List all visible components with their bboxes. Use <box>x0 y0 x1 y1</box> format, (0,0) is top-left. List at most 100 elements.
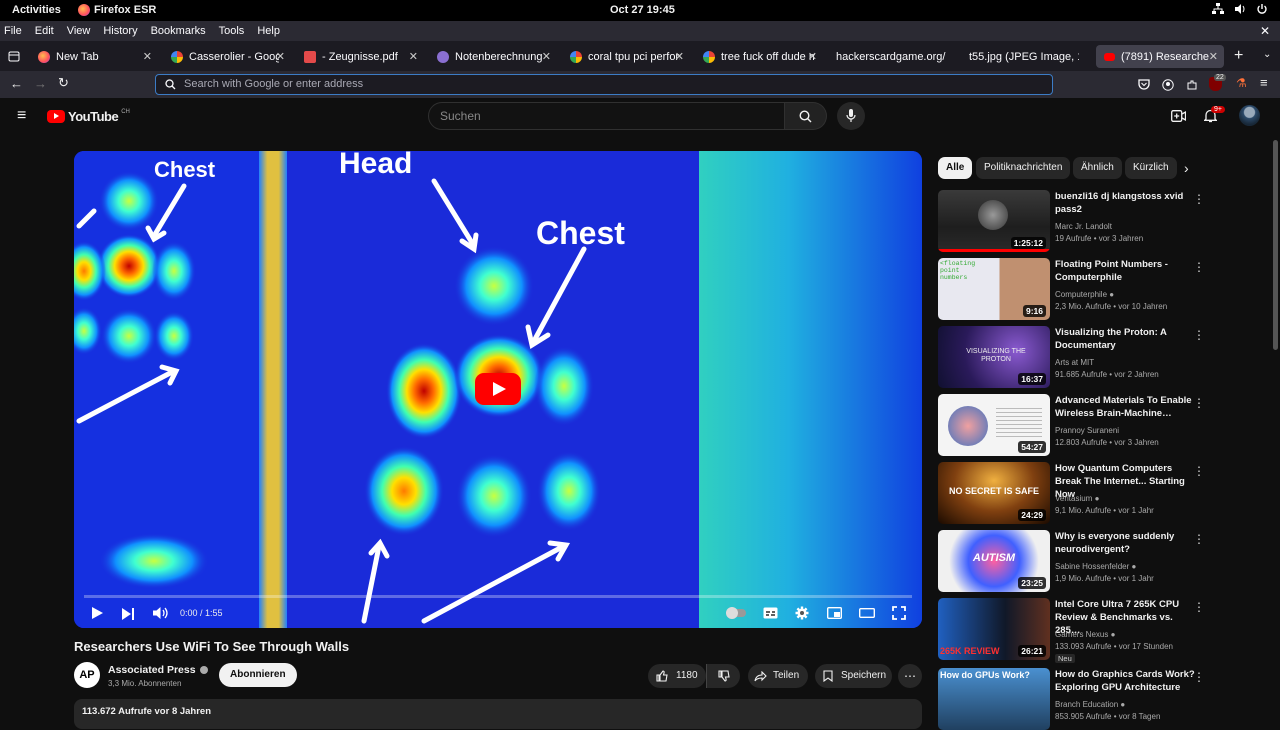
account-icon[interactable] <box>1162 79 1174 91</box>
more-actions-button[interactable]: ⋯ <box>898 664 922 688</box>
tab-hackerscardgame[interactable]: hackerscardgame.org/1/j <box>828 45 956 68</box>
close-tab-icon[interactable]: ✕ <box>675 50 684 63</box>
tab-overview-icon[interactable] <box>8 51 20 62</box>
thumbs-down-icon <box>717 670 730 682</box>
view-count-and-date: 113.672 Aufrufe vor 8 Jahren <box>82 706 212 717</box>
youtube-logo[interactable]: YouTube CH <box>47 109 130 124</box>
rec-title: buenzli16 dj klangstoss xvid pass2 <box>1055 191 1184 215</box>
search-input[interactable]: Suchen <box>428 102 785 130</box>
rec-title: Advanced Materials To Enable Wireless Br… <box>1055 395 1192 419</box>
subscribe-button[interactable]: Abonnieren <box>219 663 297 687</box>
menu-edit[interactable]: Edit <box>35 25 54 37</box>
extension-flask-icon[interactable]: ⚗ <box>1236 76 1247 90</box>
url-bar[interactable]: Search with Google or enter address <box>155 74 1053 95</box>
channel-name[interactable]: Associated Press <box>108 664 208 676</box>
menu-view[interactable]: View <box>67 25 91 37</box>
like-button[interactable]: 1180 <box>648 664 706 688</box>
tab-coral-tpu[interactable]: coral tpu pci perform ✕ <box>562 45 690 68</box>
recommendation-item[interactable]: How do GPUs Work? How do Graphics Cards … <box>938 668 1268 730</box>
big-play-button[interactable] <box>475 373 521 405</box>
new-tab-icon[interactable]: + <box>1234 47 1243 65</box>
app-menu[interactable]: Firefox ESR <box>78 4 156 16</box>
chip-recent[interactable]: Kürzlich <box>1125 157 1177 179</box>
close-tab-icon[interactable]: ✕ <box>808 50 817 63</box>
video-thumbnail: VISUALIZING THE PROTON 16:37 <box>938 326 1050 388</box>
navigation-bar: ← → ↻ Search with Google or enter addres… <box>0 71 1280 98</box>
more-vertical-icon[interactable]: ⋮ <box>1193 600 1205 614</box>
play-button[interactable] <box>92 607 103 619</box>
subtitles-icon[interactable] <box>763 607 778 619</box>
tab-t55-jpg[interactable]: t55.jpg (JPEG Image, 160 <box>961 45 1089 68</box>
more-vertical-icon[interactable]: ⋮ <box>1193 532 1205 546</box>
tab-youtube-active[interactable]: (7891) Researchers U ✕ <box>1096 45 1224 68</box>
autoplay-toggle[interactable] <box>726 607 746 619</box>
description-box[interactable]: 113.672 Aufrufe vor 8 Jahren <box>74 699 922 729</box>
menu-file[interactable]: File <box>4 25 22 37</box>
tab-casserolier[interactable]: Casserolier - Google S ✕ <box>163 45 291 68</box>
recommendation-item[interactable]: AUTISM 23:25 Why is everyone suddenly ne… <box>938 530 1268 592</box>
more-vertical-icon[interactable]: ⋮ <box>1193 192 1205 206</box>
progress-bar[interactable] <box>84 595 912 598</box>
close-tab-icon[interactable]: ✕ <box>276 50 285 63</box>
recommendation-item[interactable]: 54:27 Advanced Materials To Enable Wirel… <box>938 394 1268 456</box>
menu-tools[interactable]: Tools <box>219 25 245 37</box>
volume-icon[interactable] <box>152 606 168 620</box>
tab-zeugnisse-pdf[interactable]: - Zeugnisse.pdf ✕ <box>296 45 424 68</box>
create-video-icon[interactable] <box>1171 110 1186 122</box>
pocket-icon[interactable] <box>1138 79 1150 90</box>
menu-bookmarks[interactable]: Bookmarks <box>151 25 206 37</box>
channel-avatar[interactable]: AP <box>74 662 100 688</box>
recommendation-item[interactable]: VISUALIZING THE PROTON 16:37 Visualizing… <box>938 326 1268 388</box>
chip-politics-news[interactable]: Politiknachrichten <box>976 157 1071 179</box>
tab-title: - Zeugnisse.pdf <box>322 50 398 63</box>
search-placeholder: Suchen <box>440 109 481 123</box>
activities-button[interactable]: Activities <box>12 4 61 16</box>
more-vertical-icon[interactable]: ⋮ <box>1193 328 1205 342</box>
tab-list-icon[interactable]: ⌄ <box>1263 49 1271 60</box>
user-avatar[interactable] <box>1239 105 1260 126</box>
miniplayer-icon[interactable] <box>827 607 842 619</box>
fullscreen-icon[interactable] <box>892 606 906 620</box>
close-window-icon[interactable]: ✕ <box>1260 24 1270 38</box>
menu-help[interactable]: Help <box>257 25 280 37</box>
video-player[interactable]: Chest Head Chest 0:00 / 1:55 <box>74 151 922 628</box>
more-vertical-icon[interactable]: ⋮ <box>1193 464 1205 478</box>
hamburger-icon[interactable]: ≡ <box>17 107 26 125</box>
recommendation-item[interactable]: 265K REVIEW 26:21 Intel Core Ultra 7 265… <box>938 598 1268 663</box>
more-vertical-icon[interactable]: ⋮ <box>1193 396 1205 410</box>
back-icon[interactable]: ← <box>10 76 23 91</box>
extensions-icon[interactable] <box>1186 79 1198 91</box>
close-tab-icon[interactable]: ✕ <box>143 50 152 63</box>
search-button[interactable] <box>785 102 827 130</box>
recommendation-item[interactable]: NO SECRET IS SAFE 24:29 How Quantum Comp… <box>938 462 1268 524</box>
tab-notenberechnung[interactable]: Notenberechnung na ✕ <box>429 45 557 68</box>
recommendation-item[interactable]: <floating point numbers 9:16 Floating Po… <box>938 258 1268 320</box>
share-button[interactable]: Teilen <box>748 664 808 688</box>
more-vertical-icon[interactable]: ⋮ <box>1193 670 1205 684</box>
chip-related[interactable]: Ähnlich <box>1073 157 1122 179</box>
more-vertical-icon[interactable]: ⋮ <box>1193 260 1205 274</box>
dislike-button[interactable] <box>706 664 740 688</box>
next-button[interactable] <box>122 607 134 625</box>
close-tab-icon[interactable]: ✕ <box>1209 50 1218 63</box>
rec-channel: Computerphile ● <box>1055 290 1115 299</box>
tab-title: hackerscardgame.org/1/j <box>836 50 946 63</box>
page-scrollbar[interactable] <box>1273 140 1278 350</box>
settings-gear-icon[interactable] <box>795 606 809 620</box>
chip-all[interactable]: Alle <box>938 157 973 179</box>
menu-history[interactable]: History <box>103 25 137 37</box>
save-button[interactable]: Speichern <box>815 664 892 688</box>
reload-icon[interactable]: ↻ <box>58 75 69 91</box>
app-menu-icon[interactable]: ≡ <box>1260 75 1268 90</box>
tab-tree[interactable]: tree fuck off dude me ✕ <box>695 45 823 68</box>
chips-next-icon[interactable]: › <box>1184 160 1189 176</box>
forward-icon[interactable]: → <box>34 76 47 91</box>
system-tray[interactable] <box>1212 3 1268 15</box>
theater-mode-icon[interactable] <box>859 608 875 618</box>
recommendation-item[interactable]: 1:25:12 buenzli16 dj klangstoss xvid pas… <box>938 190 1268 252</box>
tab-new-tab[interactable]: New Tab ✕ <box>30 45 158 68</box>
voice-search-button[interactable] <box>837 102 865 130</box>
close-tab-icon[interactable]: ✕ <box>409 50 418 63</box>
clock[interactable]: Oct 27 19:45 <box>610 4 675 16</box>
close-tab-icon[interactable]: ✕ <box>542 50 551 63</box>
